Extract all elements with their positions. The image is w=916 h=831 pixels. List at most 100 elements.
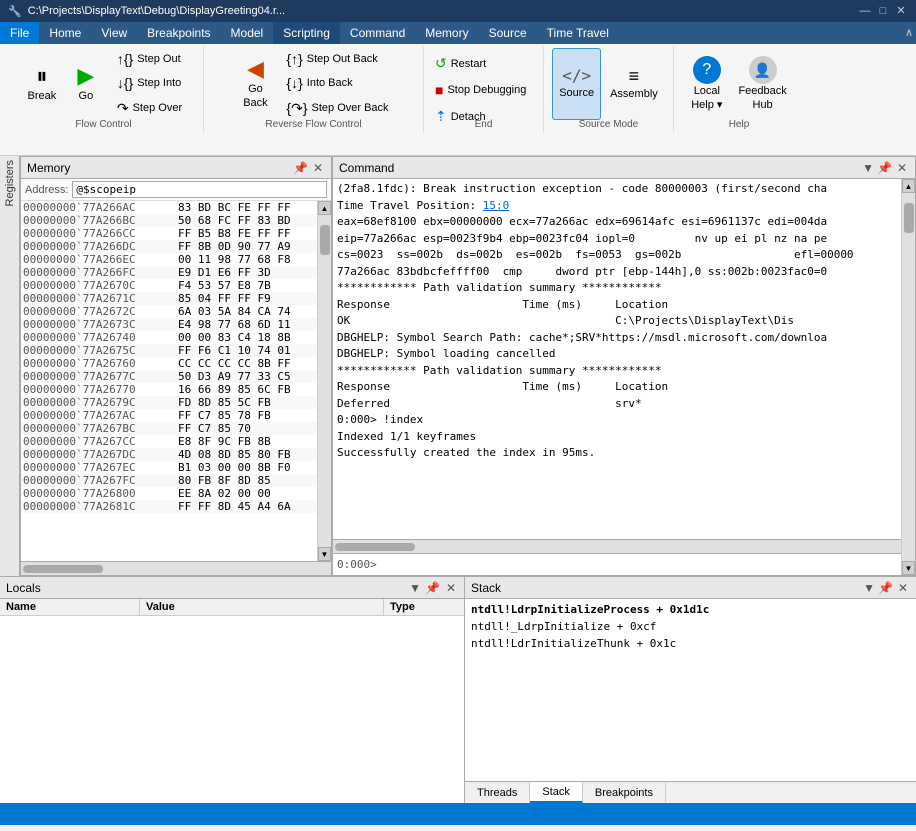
feedback-hub-button[interactable]: 👤 FeedbackHub: [731, 48, 793, 120]
list-item[interactable]: ntdll!LdrpInitializeProcess + 0x1d1c: [469, 601, 912, 618]
menu-model[interactable]: Model: [221, 22, 274, 44]
into-back-button[interactable]: {↓} Into Back: [281, 72, 393, 94]
time-travel-link[interactable]: 15:0: [483, 199, 510, 212]
memory-hscrollbar[interactable]: [21, 561, 331, 575]
menu-source[interactable]: Source: [479, 22, 537, 44]
source-button[interactable]: </> Source: [552, 48, 601, 120]
menu-memory[interactable]: Memory: [415, 22, 478, 44]
restore-button[interactable]: □: [876, 4, 890, 18]
command-scroll-up[interactable]: ▲: [902, 179, 915, 193]
step-into-button[interactable]: ↓{} Step Into: [112, 72, 187, 94]
cmd-line-19: Indexed 1/1 keyframes: [337, 429, 897, 446]
command-panel-dropdown[interactable]: ▼: [862, 161, 874, 175]
table-row: 00000000`77A26800 EE 8A 02 00 00: [21, 487, 317, 500]
break-button[interactable]: ⏸ Break: [20, 48, 64, 120]
memory-address-label: Address:: [25, 184, 68, 196]
menu-command[interactable]: Command: [340, 22, 415, 44]
table-row: 00000000`77A267EC B1 03 00 00 8B F0: [21, 461, 317, 474]
stop-debugging-button[interactable]: ■ Stop Debugging: [430, 79, 537, 101]
command-panel-close[interactable]: ✕: [895, 161, 909, 175]
stack-pin[interactable]: 📌: [878, 581, 893, 595]
command-input[interactable]: [379, 558, 897, 571]
table-row: 00000000`77A2677C 50 D3 A9 77 33 C5: [21, 370, 317, 383]
command-scroll-down[interactable]: ▼: [902, 561, 915, 575]
table-row: 00000000`77A267FC 80 FB 8F 8D 85: [21, 474, 317, 487]
menu-time-travel[interactable]: Time Travel: [537, 22, 619, 44]
menu-breakpoints[interactable]: Breakpoints: [137, 22, 220, 44]
command-scroll-thumb[interactable]: [904, 203, 914, 233]
break-icon: ⏸: [36, 65, 47, 87]
cmd-line-9: ************ Path validation summary ***…: [337, 280, 897, 297]
table-row: 00000000`77A26740 00 00 83 C4 18 8B: [21, 331, 317, 344]
tab-breakpoints[interactable]: Breakpoints: [583, 782, 666, 803]
cmd-line-10: Response Time (ms) Location: [337, 297, 897, 314]
list-item[interactable]: ntdll!_LdrpInitialize + 0xcf: [469, 618, 912, 635]
stack-panel-title: Stack: [471, 581, 501, 595]
close-button[interactable]: ✕: [894, 4, 908, 18]
table-row: 00000000`77A266FC E9 D1 E6 FF 3D: [21, 266, 317, 279]
table-row: 00000000`77A267BC FF C7 85 70: [21, 422, 317, 435]
stack-panel-header: Stack ▼ 📌 ✕: [465, 577, 916, 599]
ribbon-group-reverse-flow: ◀ GoBack {↑} Step Out Back {↓} Into Back…: [204, 46, 424, 132]
memory-scroll-down[interactable]: ▼: [318, 547, 331, 561]
go-back-button[interactable]: ◀ GoBack: [233, 48, 277, 120]
step-out-button[interactable]: ↑{} Step Out: [112, 48, 187, 70]
main-area: Registers Memory 📌 ✕ Address: 00000000`7…: [0, 156, 916, 803]
memory-address-input[interactable]: [72, 181, 327, 198]
locals-table: Name Value Type: [0, 599, 464, 803]
cmd-line-20: Successfully created the index in 95ms.: [337, 445, 897, 462]
locals-panel-close[interactable]: ✕: [444, 581, 458, 595]
cmd-line-16: Response Time (ms) Location: [337, 379, 897, 396]
go-back-icon: ◀: [247, 58, 264, 80]
memory-panel-pin[interactable]: 📌: [293, 161, 308, 175]
table-row: 00000000`77A266CC FF B5 B8 FE FF FF: [21, 227, 317, 240]
menu-file[interactable]: File: [0, 22, 39, 44]
minimize-button[interactable]: —: [858, 4, 872, 18]
menu-home[interactable]: Home: [39, 22, 91, 44]
memory-scroll-up[interactable]: ▲: [318, 201, 331, 215]
memory-scroll-thumb[interactable]: [320, 225, 330, 255]
restart-button[interactable]: ↺ Restart: [430, 52, 537, 75]
ribbon-collapse-button[interactable]: ∧: [902, 26, 916, 40]
ribbon-group-flow-control: ⏸ Break ▶ Go ↑{} Step Out ↓{} Step Into: [4, 46, 204, 132]
memory-hscroll-thumb[interactable]: [23, 565, 103, 573]
locals-pin[interactable]: 📌: [425, 581, 440, 595]
registers-label[interactable]: Registers: [4, 160, 16, 206]
step-over-back-button[interactable]: {↷} Step Over Back: [281, 97, 393, 120]
tab-threads[interactable]: Threads: [465, 782, 530, 803]
menu-view[interactable]: View: [91, 22, 137, 44]
status-bar: [0, 803, 916, 825]
memory-vscrollbar[interactable]: ▲ ▼: [317, 201, 331, 561]
source-mode-label: Source Mode: [544, 119, 673, 130]
assembly-button[interactable]: ≡ Assembly: [603, 48, 665, 120]
cmd-line-2: Time Travel Position: 15:0: [337, 198, 897, 215]
menu-scripting[interactable]: Scripting: [273, 22, 340, 44]
table-row: 00000000`77A2673C E4 98 77 68 6D 11: [21, 318, 317, 331]
help-label: Help: [674, 119, 804, 130]
locals-panel-header: Locals ▼ 📌 ✕: [0, 577, 464, 599]
command-vscrollbar[interactable]: ▲ ▼: [901, 179, 915, 575]
cmd-line-11: OK C:\Projects\DisplayText\Dis: [337, 313, 897, 330]
command-hscroll-thumb[interactable]: [335, 543, 415, 551]
command-hscrollbar[interactable]: [333, 539, 901, 553]
ribbon-group-source-mode: </> Source ≡ Assembly Source Mode: [544, 46, 674, 132]
title-path: C:\Projects\DisplayText\Debug\DisplayGre…: [28, 5, 285, 17]
stack-panel-close[interactable]: ✕: [896, 581, 910, 595]
list-item[interactable]: ntdll!LdrInitializeThunk + 0x1c: [469, 635, 912, 652]
local-help-button[interactable]: ? LocalHelp ▾: [684, 48, 729, 120]
go-button[interactable]: ▶ Go: [64, 48, 108, 120]
cmd-line-7: 77a266ac 83bdbcfeffff00 cmp dword ptr [e…: [337, 264, 897, 281]
command-content: (2fa8.1fdc): Break instruction exception…: [333, 179, 901, 539]
memory-panel-close[interactable]: ✕: [311, 161, 325, 175]
step-over-icon: ↷: [117, 100, 129, 117]
command-input-bar: 0:000>: [333, 553, 901, 575]
stack-dropdown[interactable]: ▼: [863, 581, 875, 595]
command-panel-pin[interactable]: 📌: [877, 161, 892, 175]
source-icon: </>: [562, 68, 591, 84]
end-label: End: [424, 119, 543, 130]
step-over-button[interactable]: ↷ Step Over: [112, 97, 187, 120]
locals-dropdown[interactable]: ▼: [409, 581, 421, 595]
tab-stack[interactable]: Stack: [530, 782, 583, 803]
memory-rows: 00000000`77A266AC 83 BD BC FE FF FF 0000…: [21, 201, 317, 561]
step-out-back-button[interactable]: {↑} Step Out Back: [281, 48, 393, 70]
